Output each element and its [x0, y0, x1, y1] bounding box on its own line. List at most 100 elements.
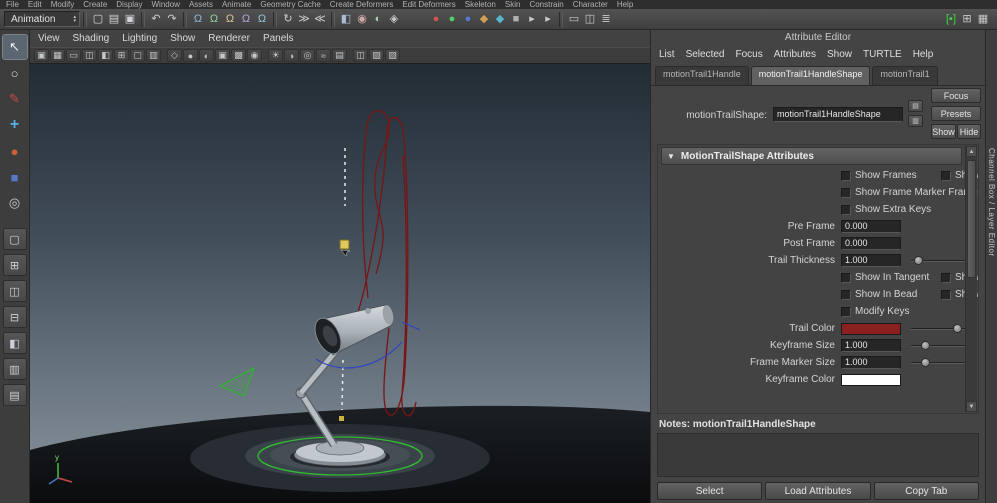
lasso-tool-icon[interactable]: ○ — [3, 61, 27, 85]
window-menu-animate[interactable]: Animate — [222, 0, 251, 9]
make-live-icon[interactable]: Ω — [254, 11, 270, 27]
construction-history-icon[interactable]: ↻ — [280, 11, 296, 27]
window-menu-window[interactable]: Window — [152, 0, 180, 9]
scrollbar-thumb[interactable] — [967, 160, 976, 278]
show-extra-keys-checkbox[interactable] — [841, 205, 851, 215]
section-collapse-arrow-icon[interactable]: ▼ — [667, 152, 675, 161]
viewport-canvas[interactable]: y — [30, 64, 650, 503]
node-name-field[interactable]: motionTrail1HandleShape — [773, 107, 903, 122]
trail-color-slider-handle[interactable] — [953, 324, 962, 333]
ae-menu-help[interactable]: Help — [913, 49, 934, 60]
symmetry-icon[interactable]: ◆ — [492, 11, 508, 27]
motion-blur-icon[interactable]: ≈ — [316, 49, 331, 62]
undo-icon[interactable]: ↶ — [148, 11, 164, 27]
window-menu-skin[interactable]: Skin — [505, 0, 521, 9]
load-attributes-button[interactable]: Load Attributes — [765, 482, 870, 500]
window-menu-geometry-cache[interactable]: Geometry Cache — [260, 0, 320, 9]
window-menu-display[interactable]: Display — [116, 0, 142, 9]
trail-thickness-slider[interactable] — [911, 254, 967, 268]
layout-three-panes-left[interactable]: ◧ — [3, 332, 27, 354]
presets-button[interactable]: Presets — [931, 106, 981, 121]
layout-two-panes-side[interactable]: ◫ — [3, 280, 27, 302]
show-frames-checkbox[interactable] — [841, 171, 851, 181]
panel-menu-lighting[interactable]: Lighting — [122, 33, 157, 44]
window-menu-create-deformers[interactable]: Create Deformers — [330, 0, 394, 9]
rotate-tool-icon[interactable]: ● — [3, 139, 27, 163]
lock-attributes-icon[interactable]: ▤ — [908, 100, 923, 112]
grid-icon[interactable]: ▦ — [50, 49, 65, 62]
highlight-selection-brackets-icon[interactable]: [▪] — [943, 11, 959, 27]
window-menu-character[interactable]: Character — [573, 0, 608, 9]
ipr-render-icon[interactable]: ◐ — [370, 11, 386, 27]
snap-point-icon[interactable]: Ω — [222, 11, 238, 27]
select-camera-icon[interactable]: ▣ — [34, 49, 49, 62]
keyframe-color-swatch[interactable] — [841, 374, 901, 386]
flat-shade-icon[interactable]: ◐ — [199, 49, 214, 62]
keyframe-marker[interactable] — [339, 416, 344, 421]
panel-menu-show[interactable]: Show — [170, 33, 195, 44]
frame-marker-size-field[interactable]: 1.000 — [841, 356, 901, 369]
trail-thickness-field[interactable]: 1.000 — [841, 254, 901, 267]
window-menu-modify[interactable]: Modify — [51, 0, 75, 9]
select-button[interactable]: Select — [657, 482, 762, 500]
keyframe-size-slider-handle[interactable] — [921, 341, 930, 350]
show-out-tange-checkbox[interactable] — [941, 273, 951, 283]
focus-button[interactable]: Focus — [931, 88, 981, 103]
tab-motiontrail1[interactable]: motionTrail1 — [872, 66, 937, 85]
safe-title-icon[interactable]: ▥ — [146, 49, 161, 62]
field-chart-icon[interactable]: ⊞ — [114, 49, 129, 62]
panel-menu-renderer[interactable]: Renderer — [208, 33, 250, 44]
panel-menu-shading[interactable]: Shading — [73, 33, 110, 44]
gate-mask-icon[interactable]: ◧ — [98, 49, 113, 62]
window-menu-edit-deformers[interactable]: Edit Deformers — [402, 0, 455, 9]
keyframe-size-slider[interactable] — [911, 339, 967, 353]
resolution-gate-icon[interactable]: ◫ — [82, 49, 97, 62]
scroll-down-icon[interactable]: ▼ — [966, 401, 977, 412]
ae-menu-focus[interactable]: Focus — [735, 49, 762, 60]
channel-box-layer-editor-tab[interactable]: Channel Box / Layer Editor — [987, 148, 996, 257]
ae-menu-turtle[interactable]: TURTLE — [863, 49, 902, 60]
trail-color-swatch[interactable] — [841, 323, 901, 335]
show-in-bead-checkbox[interactable] — [841, 290, 851, 300]
ssao-icon[interactable]: ◎ — [300, 49, 315, 62]
snap-grid-icon[interactable]: Ω — [190, 11, 206, 27]
output-connection-icon[interactable]: ▸ — [540, 11, 556, 27]
save-scene-icon[interactable]: ▣ — [122, 11, 138, 27]
render-settings-icon[interactable]: ◈ — [386, 11, 402, 27]
panel-menu-view[interactable]: View — [38, 33, 60, 44]
window-menu-help[interactable]: Help — [617, 0, 633, 9]
xray-icon[interactable]: ▨ — [369, 49, 384, 62]
lighting-icon[interactable]: ☀ — [268, 49, 283, 62]
frame-marker-size-slider-handle[interactable] — [921, 358, 930, 367]
input-connection-icon[interactable]: ▸ — [524, 11, 540, 27]
smooth-shade-icon[interactable]: ● — [183, 49, 198, 62]
frame-marker-size-slider[interactable] — [911, 356, 967, 370]
highlight-mode-icon[interactable]: ● — [428, 11, 444, 27]
safe-action-icon[interactable]: ▢ — [130, 49, 145, 62]
shadows-icon[interactable]: ◑ — [284, 49, 299, 62]
redo-icon[interactable]: ↷ — [164, 11, 180, 27]
ae-menu-selected[interactable]: Selected — [686, 49, 725, 60]
sidebar-toggle-icon[interactable]: ◫ — [582, 11, 598, 27]
trail-color-slider[interactable] — [911, 322, 967, 336]
trail-thickness-slider-handle[interactable] — [914, 256, 923, 265]
attributes-scrollbar[interactable]: ▲ ▼ — [965, 146, 977, 412]
show-in-tangent-checkbox[interactable] — [841, 273, 851, 283]
window-menu-skeleton[interactable]: Skeleton — [465, 0, 496, 9]
copy-tab-button[interactable]: Copy Tab — [874, 482, 979, 500]
isolate-select-icon[interactable]: ◫ — [353, 49, 368, 62]
ae-menu-list[interactable]: List — [659, 49, 675, 60]
layout-four-panes[interactable]: ⊞ — [3, 254, 27, 276]
select-tool-icon[interactable]: ↖ — [3, 35, 27, 59]
scale-tool-icon[interactable]: ■ — [3, 165, 27, 189]
layout-two-panes-stacked[interactable]: ⊟ — [3, 306, 27, 328]
panel-menu-panels[interactable]: Panels — [263, 33, 294, 44]
soft-select-icon[interactable]: ■ — [508, 11, 524, 27]
snap-projected-center-icon[interactable]: Ω — [238, 11, 254, 27]
show-frame-nu-checkbox[interactable] — [941, 171, 951, 181]
snap-together-icon[interactable]: ◆ — [476, 11, 492, 27]
window-menu-assets[interactable]: Assets — [189, 0, 213, 9]
window-menu-create[interactable]: Create — [83, 0, 107, 9]
scene-3d[interactable]: y — [30, 64, 650, 503]
move-tool-icon[interactable]: + — [3, 113, 27, 137]
